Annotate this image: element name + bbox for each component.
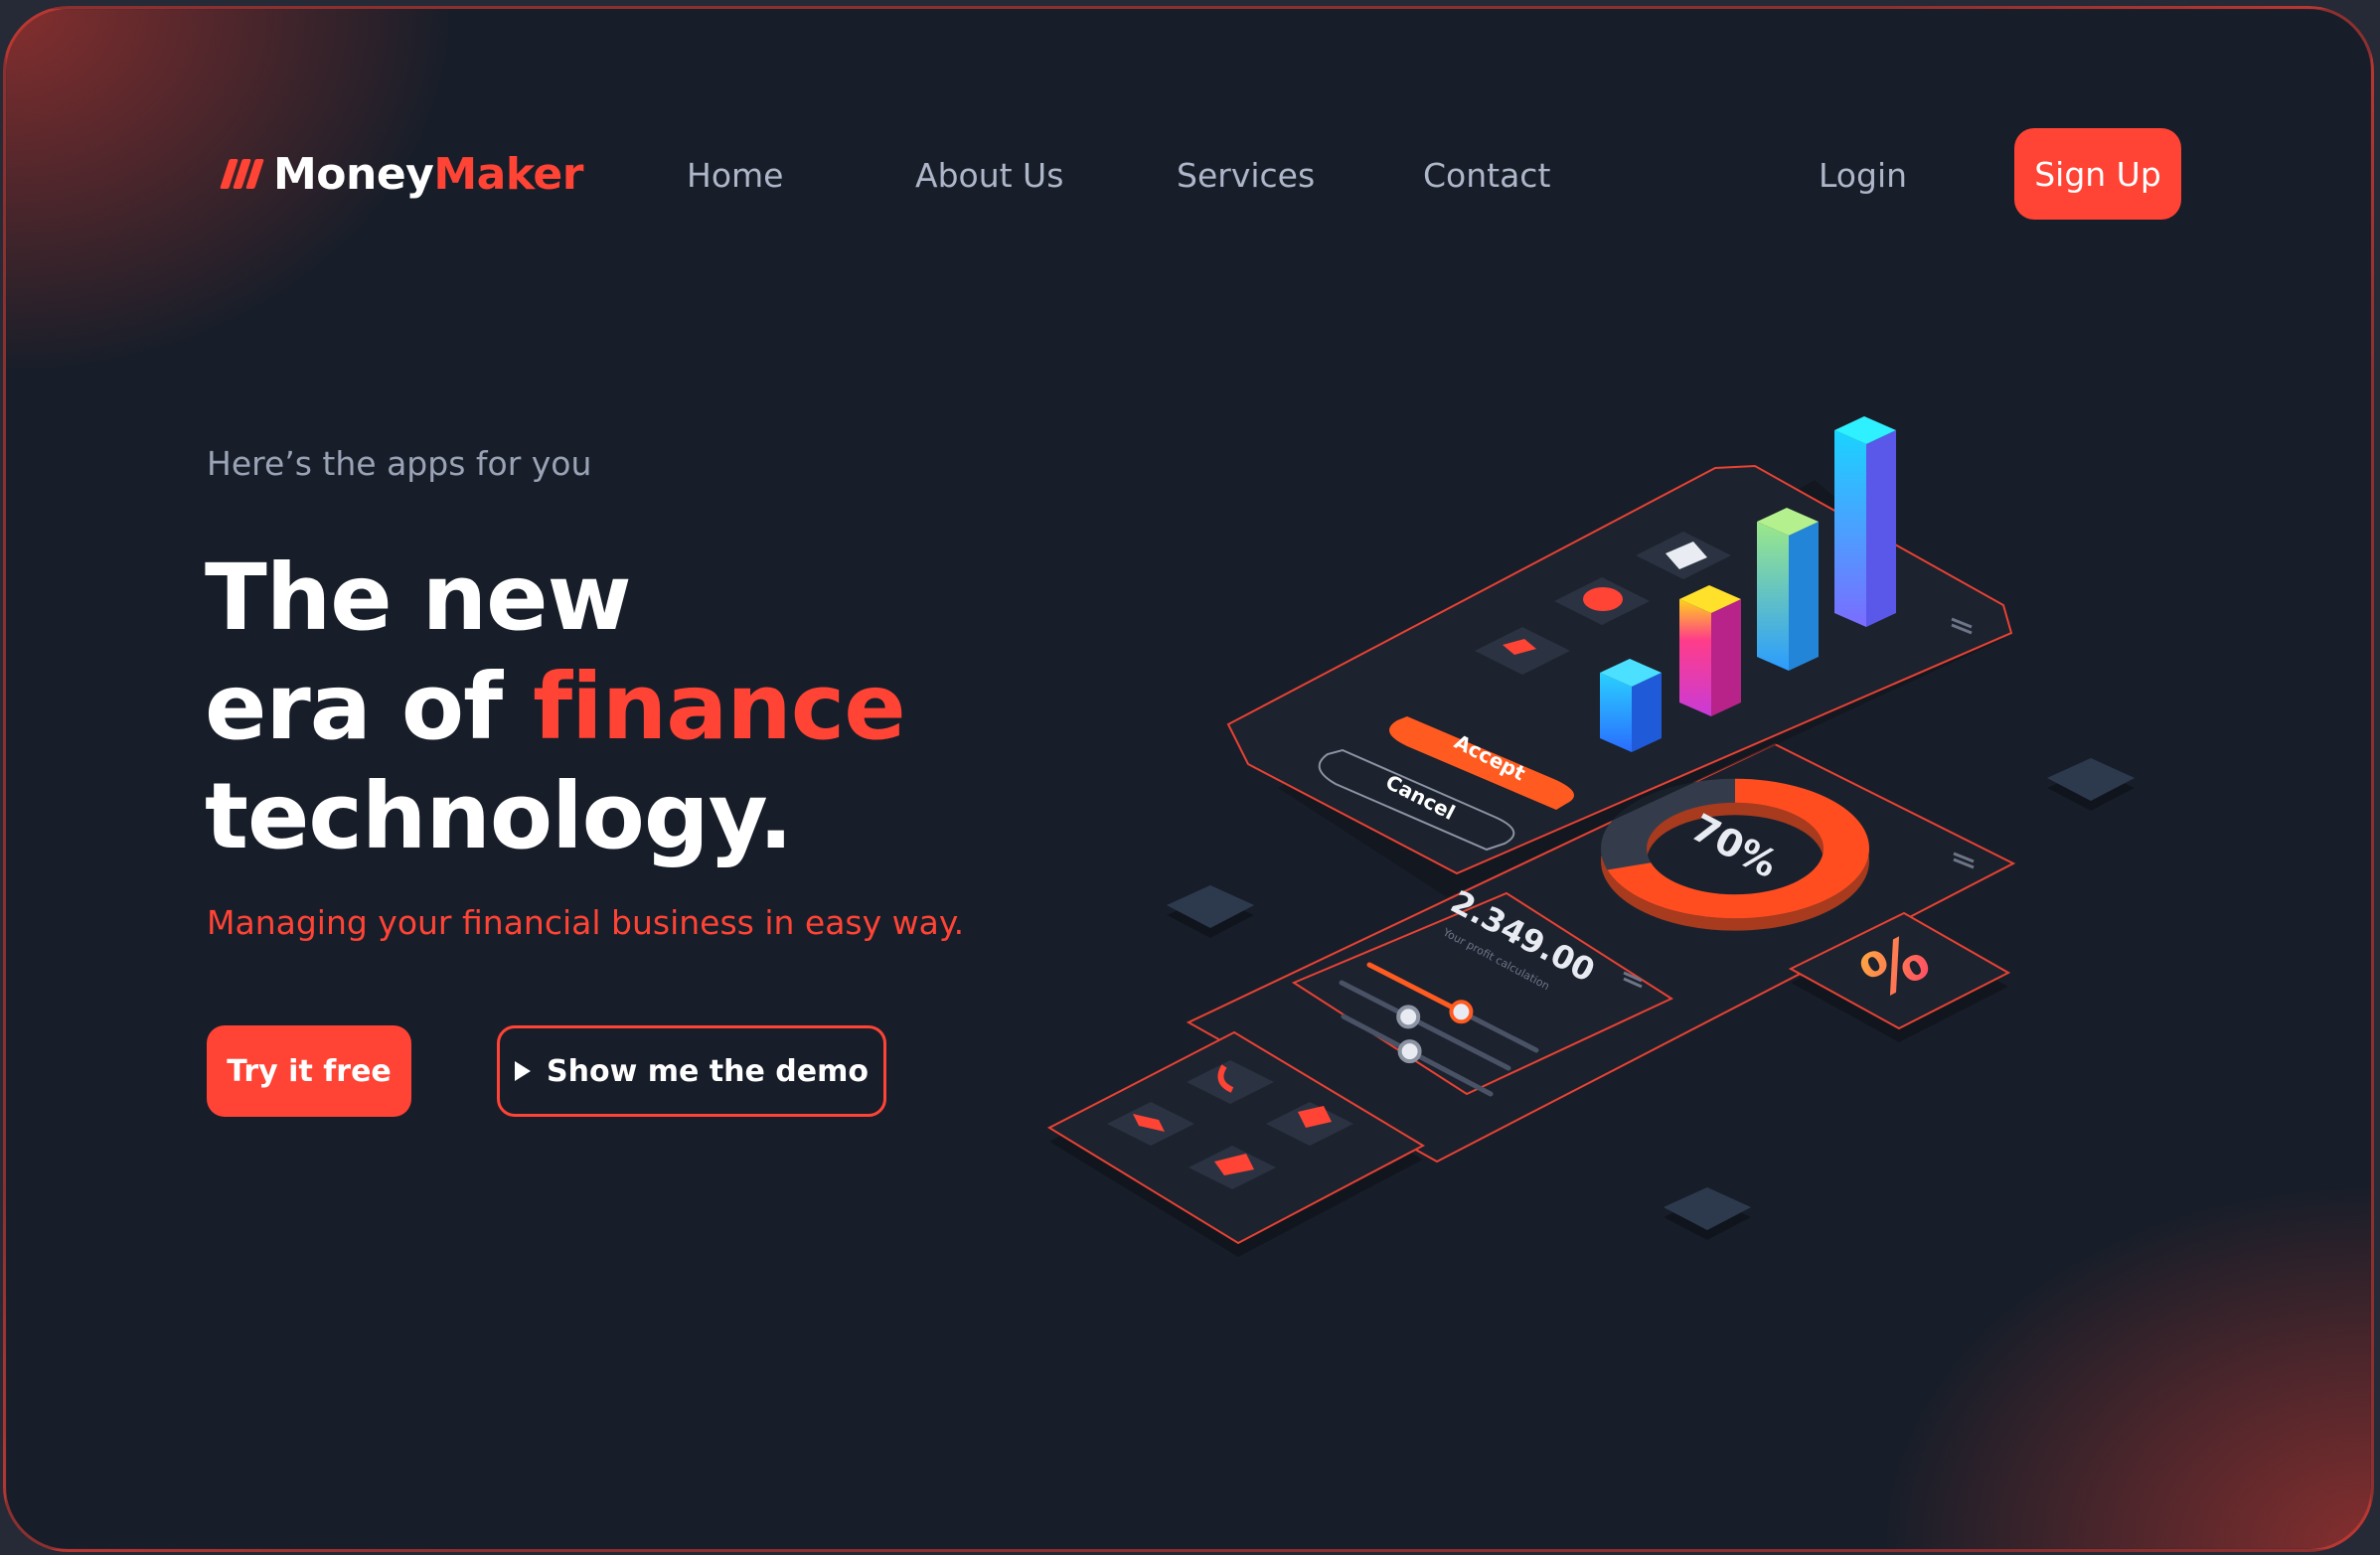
login-link[interactable]: Login bbox=[1819, 156, 1907, 195]
headline-highlight: finance bbox=[533, 654, 906, 760]
bar-2 bbox=[1679, 585, 1741, 716]
floating-tile bbox=[2047, 758, 2135, 811]
logo-icon bbox=[220, 159, 264, 189]
floating-tile bbox=[1167, 885, 1254, 938]
slider-knob bbox=[1449, 1000, 1474, 1024]
nav-about-us[interactable]: About Us bbox=[915, 156, 1063, 195]
location-pin-icon bbox=[1583, 587, 1623, 611]
bar-3 bbox=[1757, 508, 1819, 671]
headline-line-3: technology. bbox=[205, 763, 793, 869]
hero-headline: The new era of finance technology. bbox=[205, 544, 906, 871]
play-icon bbox=[515, 1061, 532, 1081]
try-it-free-button[interactable]: Try it free bbox=[207, 1025, 411, 1117]
nav-services[interactable]: Services bbox=[1177, 156, 1315, 195]
page-frame: MoneyMaker Home About Us Services Contac… bbox=[3, 6, 2374, 1552]
bar-1 bbox=[1600, 659, 1662, 752]
nav-home[interactable]: Home bbox=[687, 156, 783, 195]
brand-name: MoneyMaker bbox=[273, 148, 583, 200]
isometric-finance-illustration: 70% Accept Cancel 2.349.00 Your profit c… bbox=[1046, 416, 2135, 1257]
hero-subline: Managing your financial business in easy… bbox=[207, 903, 965, 942]
headline-line-1: The new bbox=[205, 544, 632, 651]
slider-knob bbox=[1397, 1039, 1422, 1064]
bar-4 bbox=[1834, 416, 1896, 627]
slider-knob bbox=[1396, 1005, 1421, 1029]
sign-up-button[interactable]: Sign Up bbox=[2014, 128, 2181, 220]
floating-tile bbox=[1664, 1187, 1751, 1240]
nav-contact[interactable]: Contact bbox=[1423, 156, 1550, 195]
headline-line-2-prefix: era of bbox=[205, 654, 534, 760]
hero-eyebrow: Here’s the apps for you bbox=[207, 444, 592, 483]
show-demo-label: Show me the demo bbox=[547, 1053, 869, 1089]
brand-logo[interactable]: MoneyMaker bbox=[220, 146, 583, 202]
show-demo-button[interactable]: Show me the demo bbox=[497, 1025, 886, 1117]
